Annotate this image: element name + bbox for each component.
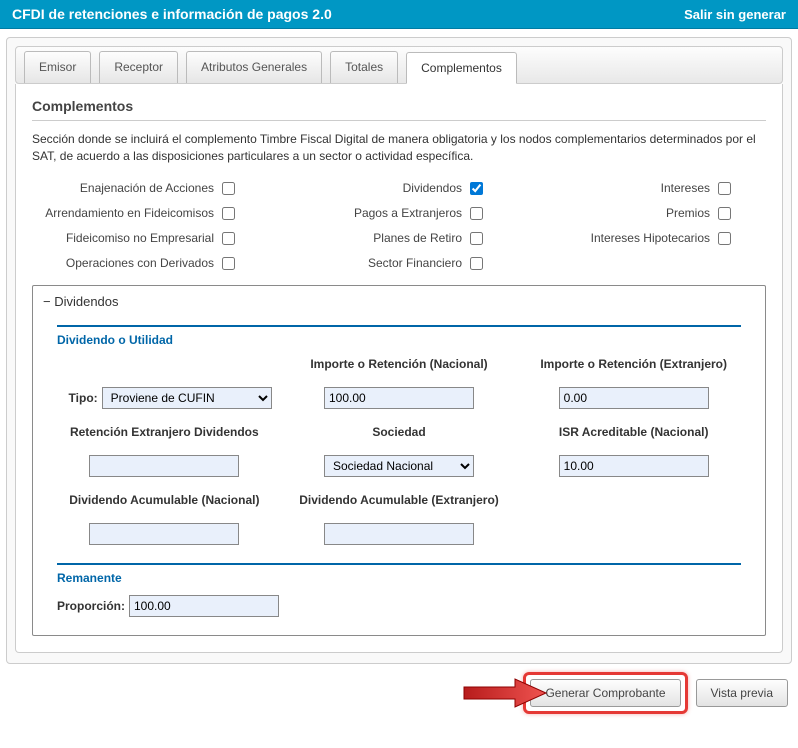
label-div-acum-ext: Dividendo Acumulable (Extranjero) bbox=[299, 493, 499, 507]
checkbox-planes[interactable] bbox=[470, 232, 483, 245]
checkbox-grid: Enajenación de Acciones Dividendos Inter… bbox=[32, 179, 766, 273]
label-arrendamiento: Arrendamiento en Fideicomisos bbox=[45, 206, 214, 220]
label-sector: Sector Financiero bbox=[368, 256, 462, 270]
label-proporcion: Proporción: bbox=[57, 599, 125, 613]
checkbox-arrendamiento[interactable] bbox=[222, 207, 235, 220]
subheader-remanente: Remanente bbox=[57, 563, 741, 585]
checkbox-dividendos[interactable] bbox=[470, 182, 483, 195]
generar-button[interactable]: Generar Comprobante bbox=[530, 679, 680, 707]
panel-complementos: Complementos Sección donde se incluirá e… bbox=[15, 84, 783, 653]
label-dividendos: Dividendos bbox=[403, 181, 462, 195]
label-enajenacion: Enajenación de Acciones bbox=[80, 181, 214, 195]
input-ret-ext-div[interactable] bbox=[89, 455, 239, 477]
subheader-dividendo: Dividendo o Utilidad bbox=[57, 325, 741, 347]
app-header: CFDI de retenciones e información de pag… bbox=[0, 0, 798, 29]
checkbox-pagos-ext[interactable] bbox=[470, 207, 483, 220]
vista-previa-button[interactable]: Vista previa bbox=[696, 679, 788, 707]
label-ret-ext-div: Retención Extranjero Dividendos bbox=[70, 425, 259, 439]
label-intereses: Intereses bbox=[661, 181, 710, 195]
label-sociedad: Sociedad bbox=[372, 425, 425, 439]
input-isr-nac[interactable] bbox=[559, 455, 709, 477]
checkbox-intereses[interactable] bbox=[718, 182, 731, 195]
tab-container: Emisor Receptor Atributos Generales Tota… bbox=[6, 37, 792, 664]
input-div-acum-ext[interactable] bbox=[324, 523, 474, 545]
label-derivados: Operaciones con Derivados bbox=[66, 256, 214, 270]
accordion-body: Dividendo o Utilidad Importe o Retención… bbox=[33, 317, 765, 635]
header-title: CFDI de retenciones e información de pag… bbox=[12, 6, 332, 22]
tab-atributos[interactable]: Atributos Generales bbox=[186, 51, 322, 83]
label-premios: Premios bbox=[666, 206, 710, 220]
accordion-header[interactable]: − Dividendos bbox=[33, 286, 765, 317]
label-tipo: Tipo: bbox=[69, 391, 98, 405]
checkbox-fideicomiso-no[interactable] bbox=[222, 232, 235, 245]
label-imp-nac: Importe o Retención (Nacional) bbox=[310, 357, 487, 371]
label-div-acum-nac: Dividendo Acumulable (Nacional) bbox=[69, 493, 259, 507]
section-title: Complementos bbox=[32, 98, 766, 121]
label-isr-nac: ISR Acreditable (Nacional) bbox=[559, 425, 709, 439]
label-imp-ext: Importe o Retención (Extranjero) bbox=[540, 357, 727, 371]
button-row: Generar Comprobante Vista previa bbox=[0, 672, 788, 714]
form-grid: Importe o Retención (Nacional) Importe o… bbox=[57, 357, 741, 545]
select-tipo[interactable]: Proviene de CUFIN bbox=[102, 387, 272, 409]
section-description: Sección donde se incluirá el complemento… bbox=[32, 131, 766, 165]
input-div-acum-nac[interactable] bbox=[89, 523, 239, 545]
checkbox-premios[interactable] bbox=[718, 207, 731, 220]
label-int-hip: Intereses Hipotecarios bbox=[591, 231, 710, 245]
annotation-arrow-icon bbox=[460, 673, 550, 713]
input-imp-ext[interactable] bbox=[559, 387, 709, 409]
label-planes: Planes de Retiro bbox=[373, 231, 462, 245]
input-proporcion[interactable] bbox=[129, 595, 279, 617]
checkbox-int-hip[interactable] bbox=[718, 232, 731, 245]
tab-totales[interactable]: Totales bbox=[330, 51, 398, 83]
select-sociedad[interactable]: Sociedad Nacional bbox=[324, 455, 474, 477]
checkbox-sector[interactable] bbox=[470, 257, 483, 270]
tab-complementos[interactable]: Complementos bbox=[406, 52, 517, 84]
checkbox-enajenacion[interactable] bbox=[222, 182, 235, 195]
label-pagos-ext: Pagos a Extranjeros bbox=[354, 206, 462, 220]
tab-receptor[interactable]: Receptor bbox=[99, 51, 178, 83]
label-fideicomiso-no: Fideicomiso no Empresarial bbox=[66, 231, 214, 245]
tab-row: Emisor Receptor Atributos Generales Tota… bbox=[15, 46, 783, 84]
exit-link[interactable]: Salir sin generar bbox=[684, 7, 786, 22]
input-imp-nac[interactable] bbox=[324, 387, 474, 409]
checkbox-derivados[interactable] bbox=[222, 257, 235, 270]
accordion-dividendos: − Dividendos Dividendo o Utilidad Import… bbox=[32, 285, 766, 636]
tab-emisor[interactable]: Emisor bbox=[24, 51, 91, 83]
